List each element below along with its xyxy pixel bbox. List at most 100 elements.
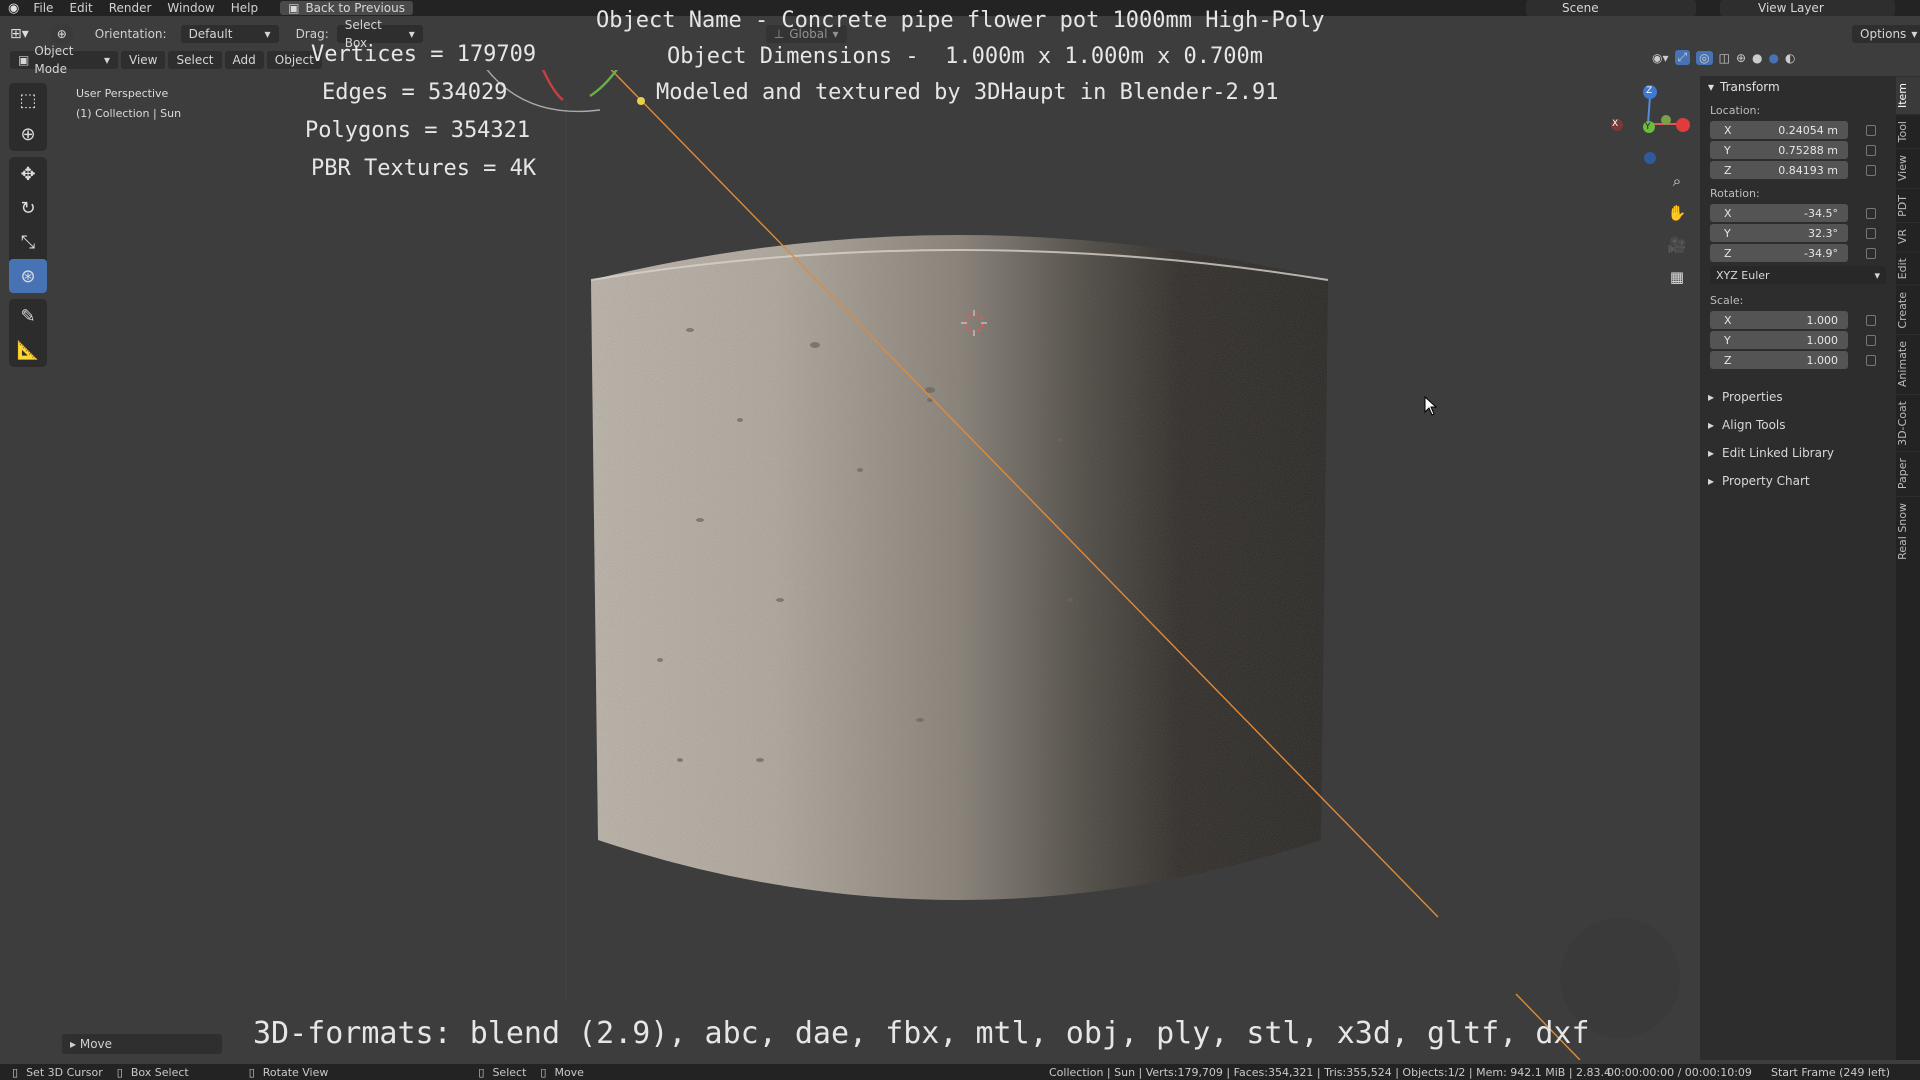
options-dropdown[interactable]: Options ▾ xyxy=(1852,25,1920,43)
menu-add[interactable]: Add xyxy=(224,51,264,69)
sun-origin-dot[interactable] xyxy=(637,97,645,105)
rotation-mode-dropdown[interactable]: XYZ Euler ▾ xyxy=(1710,266,1886,284)
visibility-icon[interactable]: ◉▾ xyxy=(1652,51,1669,65)
tab-item[interactable]: Item xyxy=(1896,76,1920,115)
status-hint-box-select: Box Select xyxy=(130,1065,189,1079)
tab-tool[interactable]: Tool xyxy=(1896,114,1920,149)
property-chart-panel-header[interactable]: ▸ Property Chart xyxy=(1700,467,1896,495)
scale-tool-icon[interactable]: ⤡ xyxy=(9,225,47,259)
blender-logo-icon[interactable]: ◉ xyxy=(8,1,25,16)
select-box-tool-icon[interactable]: ⬚ xyxy=(9,83,47,117)
last-operator-panel[interactable]: ▸ Move xyxy=(62,1034,222,1054)
location-y-field[interactable]: Y 0.75288 m xyxy=(1710,141,1848,159)
rotation-x-field[interactable]: X -34.5° xyxy=(1710,204,1848,222)
rotate-tool-icon[interactable]: ↻ xyxy=(9,191,47,225)
overlay-toggle-icon[interactable]: ◎ xyxy=(1696,50,1713,65)
tab-pdt[interactable]: PDT xyxy=(1896,187,1920,223)
location-y-value: 0.75288 m xyxy=(1778,143,1838,157)
scale-x-row: X 1.000 xyxy=(1710,311,1896,329)
grid-perspective-icon[interactable]: ▦ xyxy=(1663,263,1691,291)
lock-icon[interactable] xyxy=(1866,314,1876,326)
lock-icon[interactable] xyxy=(1866,164,1876,176)
menu-view[interactable]: View xyxy=(121,51,166,69)
textures-caption: PBR Textures = 4K xyxy=(311,156,537,181)
lock-icon[interactable] xyxy=(1866,334,1876,346)
scene-statistics: Collection | Sun | Verts:179,709 | Faces… xyxy=(1049,1065,1612,1079)
camera-view-icon[interactable]: 🎥 xyxy=(1663,231,1691,259)
properties-panel-header[interactable]: ▸ Properties xyxy=(1700,383,1896,411)
scene-name: Scene xyxy=(1562,1,1599,15)
tab-3d-coat[interactable]: 3D-Coat xyxy=(1896,393,1920,452)
scale-x-field[interactable]: X 1.000 xyxy=(1710,311,1848,329)
move-tool-icon[interactable]: ✥ xyxy=(9,157,47,191)
annotate-tool-icon[interactable]: ✎ xyxy=(9,299,47,333)
property-chart-panel-title: Property Chart xyxy=(1722,474,1810,488)
start-frame-info: Start Frame (249 left) xyxy=(1771,1065,1891,1079)
solid-shading-icon[interactable]: ● xyxy=(1752,51,1762,65)
pan-hand-icon[interactable]: ✋ xyxy=(1663,199,1691,227)
tab-animate[interactable]: Animate xyxy=(1896,334,1920,394)
transform-panel-header[interactable]: ▾ Transform xyxy=(1700,76,1896,98)
transform-tool-icon[interactable]: ⊛ xyxy=(9,259,47,293)
tab-edit[interactable]: Edit xyxy=(1896,250,1920,285)
orientation-dropdown[interactable]: Default ▾ xyxy=(180,25,279,43)
sun-gizmo-red-arc xyxy=(541,70,564,101)
object-name-caption: Object Name - Concrete pipe flower pot 1… xyxy=(596,8,1325,33)
tab-create[interactable]: Create xyxy=(1896,284,1920,335)
rotation-y-field[interactable]: Y 32.3° xyxy=(1710,224,1848,242)
concrete-texture xyxy=(591,235,1328,900)
playback-time: 00:00:00:00 / 00:00:10:09 xyxy=(1607,1065,1752,1079)
scale-y-field[interactable]: Y 1.000 xyxy=(1710,331,1848,349)
edges-caption: Edges = 534029 xyxy=(322,80,508,105)
lock-icon[interactable] xyxy=(1866,144,1876,156)
menu-render[interactable]: Render xyxy=(101,0,160,16)
lock-icon[interactable] xyxy=(1866,207,1876,219)
tab-real-snow[interactable]: Real Snow xyxy=(1896,495,1920,566)
view-layer-selector[interactable]: View Layer xyxy=(1720,0,1895,16)
viewport-info: User Perspective (1) Collection | Sun xyxy=(76,84,181,124)
chevron-right-icon: ▸ xyxy=(1708,446,1715,460)
scale-z-field[interactable]: Z 1.000 xyxy=(1710,351,1848,369)
location-z-field[interactable]: Z 0.84193 m xyxy=(1710,161,1848,179)
back-to-previous-button[interactable]: ▣ Back to Previous xyxy=(280,1,413,15)
status-hint-rotate-view: Rotate View xyxy=(262,1065,329,1079)
location-x-row: X 0.24054 m xyxy=(1710,121,1896,139)
scale-z-row: Z 1.000 xyxy=(1710,351,1896,369)
menu-select[interactable]: Select xyxy=(168,51,222,69)
material-shading-icon[interactable]: ● xyxy=(1768,51,1778,65)
lock-icon[interactable] xyxy=(1866,247,1876,259)
axis-label: X xyxy=(1724,206,1732,220)
cursor-tool-icon[interactable]: ⊕ xyxy=(9,117,47,151)
tab-paper[interactable]: Paper xyxy=(1896,451,1920,496)
edit-linked-library-panel-header[interactable]: ▸ Edit Linked Library xyxy=(1700,439,1896,467)
tab-view[interactable]: View xyxy=(1896,148,1920,188)
lock-icon[interactable] xyxy=(1866,354,1876,366)
tab-vr[interactable]: VR xyxy=(1896,222,1920,251)
menu-edit[interactable]: Edit xyxy=(61,0,100,16)
measure-tool-icon[interactable]: 📐 xyxy=(9,333,47,367)
rotation-z-field[interactable]: Z -34.9° xyxy=(1710,244,1848,262)
left-toolbar: ⬚ ⊕ ✥ ↻ ⤡ ⊛ ✎ 📐 xyxy=(9,83,47,373)
viewport-scene xyxy=(486,70,1690,1060)
wireframe-shading-icon[interactable]: ⊕ xyxy=(1736,51,1746,65)
menu-window[interactable]: Window xyxy=(159,0,222,16)
3d-viewport[interactable]: X Y Z xyxy=(0,70,1700,1060)
rendered-shading-icon[interactable]: ◐ xyxy=(1785,51,1795,65)
menu-file[interactable]: File xyxy=(25,0,61,16)
editor-type-icon[interactable]: ⊞▾ xyxy=(10,26,29,42)
gizmo-toggle-icon[interactable]: ⤢ xyxy=(1674,50,1691,65)
rotation-x-row: X -34.5° xyxy=(1710,204,1896,222)
mode-dropdown[interactable]: ▣ Object Mode ▾ xyxy=(10,44,118,76)
scene-selector[interactable]: Scene xyxy=(1526,0,1696,16)
scale-y-value: 1.000 xyxy=(1806,333,1839,347)
location-x-field[interactable]: X 0.24054 m xyxy=(1710,121,1848,139)
lock-icon[interactable] xyxy=(1866,124,1876,136)
chevron-right-icon: ▸ xyxy=(1708,418,1715,432)
drag-dropdown[interactable]: Select Box ▾ xyxy=(336,18,423,50)
vertices-caption: Vertices = 179709 xyxy=(311,42,537,67)
lock-icon[interactable] xyxy=(1866,227,1876,239)
xray-toggle-icon[interactable]: ◫ xyxy=(1719,51,1730,65)
zoom-icon[interactable]: ⌕ xyxy=(1663,167,1691,195)
align-tools-panel-header[interactable]: ▸ Align Tools xyxy=(1700,411,1896,439)
menu-help[interactable]: Help xyxy=(223,0,266,16)
